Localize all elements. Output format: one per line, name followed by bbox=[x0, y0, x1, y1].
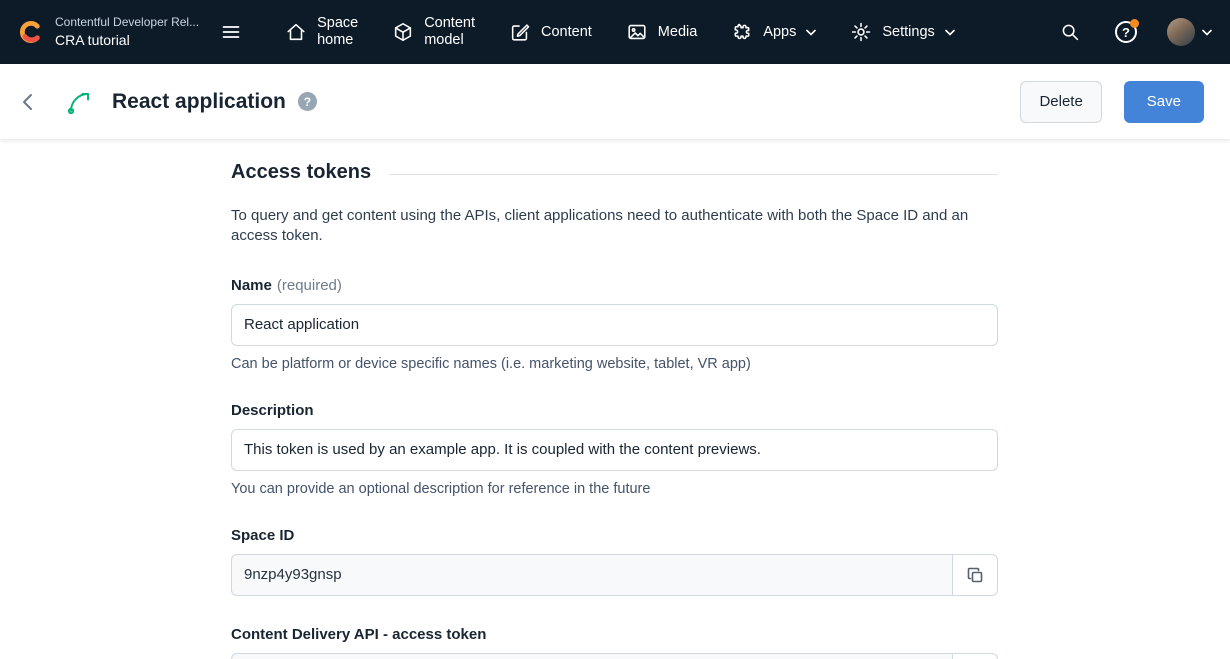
api-key-icon bbox=[64, 86, 96, 118]
topnav-right: ? bbox=[1055, 17, 1212, 47]
section-divider bbox=[389, 174, 998, 175]
name-input[interactable] bbox=[231, 304, 998, 346]
description-label: Description bbox=[231, 402, 314, 419]
account-menu[interactable] bbox=[1167, 18, 1212, 46]
search-icon bbox=[1059, 21, 1081, 43]
puzzle-icon bbox=[731, 21, 753, 43]
nav-label: Space home bbox=[317, 15, 358, 49]
delivery-token-field-group: Content Delivery API - access token dW9i… bbox=[231, 626, 998, 659]
primary-nav: Space home Content model Content Media bbox=[285, 15, 955, 49]
space-id-label: Space ID bbox=[231, 527, 294, 544]
nav-apps[interactable]: Apps bbox=[731, 21, 816, 43]
nav-settings[interactable]: Settings bbox=[850, 21, 954, 43]
chevron-down-icon bbox=[945, 29, 955, 36]
nav-label: Content bbox=[541, 24, 592, 41]
nav-media[interactable]: Media bbox=[626, 21, 698, 43]
section-title: Access tokens bbox=[231, 161, 371, 184]
chevron-down-icon bbox=[806, 29, 816, 36]
save-button[interactable]: Save bbox=[1124, 81, 1204, 123]
page-header: React application ? Delete Save bbox=[0, 64, 1230, 139]
contentful-logo-icon bbox=[18, 19, 44, 45]
help-button[interactable]: ? bbox=[1111, 17, 1141, 47]
media-icon bbox=[626, 21, 648, 43]
search-button[interactable] bbox=[1055, 17, 1085, 47]
home-icon bbox=[285, 21, 307, 43]
compose-icon bbox=[509, 21, 531, 43]
nav-label: Content model bbox=[424, 15, 475, 49]
notification-dot bbox=[1130, 19, 1139, 28]
header-actions: Delete Save bbox=[1020, 81, 1204, 123]
nav-label: Media bbox=[658, 24, 698, 41]
name-help-text: Can be platform or device specific names… bbox=[231, 356, 998, 372]
space-id-field-group: Space ID 9nzp4y93gnsp bbox=[231, 527, 998, 596]
space-id-value[interactable]: 9nzp4y93gnsp bbox=[231, 554, 952, 596]
delete-button[interactable]: Delete bbox=[1020, 81, 1101, 123]
copy-icon bbox=[965, 565, 985, 585]
space-switcher[interactable]: Contentful Developer Rel... CRA tutorial bbox=[18, 14, 199, 50]
organization-name: Contentful Developer Rel... bbox=[55, 14, 199, 31]
intro-text: To query and get content using the APIs,… bbox=[231, 206, 998, 247]
top-navigation: Contentful Developer Rel... CRA tutorial… bbox=[0, 0, 1230, 64]
title-help-icon[interactable]: ? bbox=[298, 92, 317, 111]
help-icon: ? bbox=[1115, 21, 1137, 43]
nav-label: Apps bbox=[763, 24, 796, 41]
chevron-left-icon bbox=[16, 90, 40, 114]
nav-content-model[interactable]: Content model bbox=[392, 15, 475, 49]
name-field-group: Name (required) Can be platform or device… bbox=[231, 277, 998, 372]
description-field-group: Description You can provide an optional … bbox=[231, 402, 998, 497]
description-help-text: You can provide an optional description … bbox=[231, 481, 998, 497]
name-label: Name bbox=[231, 277, 272, 294]
gear-icon bbox=[850, 21, 872, 43]
nav-label: Settings bbox=[882, 24, 934, 41]
space-name: CRA tutorial bbox=[55, 31, 199, 51]
nav-space-home[interactable]: Space home bbox=[285, 15, 358, 49]
delivery-token-label: Content Delivery API - access token bbox=[231, 626, 486, 643]
required-note: (required) bbox=[277, 277, 342, 294]
back-button[interactable] bbox=[10, 84, 46, 120]
avatar bbox=[1167, 18, 1195, 46]
main-content: Access tokens To query and get content u… bbox=[0, 139, 1230, 659]
chevron-down-icon bbox=[1202, 29, 1212, 36]
description-input[interactable] bbox=[231, 429, 998, 471]
nav-content[interactable]: Content bbox=[509, 21, 592, 43]
copy-delivery-token-button[interactable] bbox=[952, 653, 998, 659]
hamburger-icon bbox=[221, 22, 241, 42]
delivery-token-value[interactable]: dW9iNs_cCnGYSraFEp4cpwXnbSEGNwICXT_A2OvH… bbox=[231, 653, 952, 659]
menu-toggle-button[interactable] bbox=[215, 16, 247, 48]
copy-space-id-button[interactable] bbox=[952, 554, 998, 596]
cube-icon bbox=[392, 21, 414, 43]
page-title: React application bbox=[112, 90, 286, 114]
